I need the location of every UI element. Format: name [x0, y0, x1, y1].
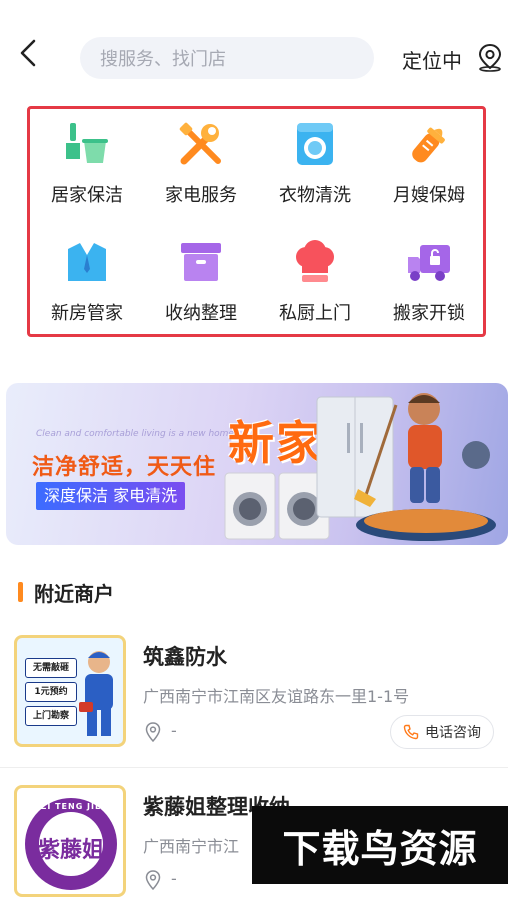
merchant-thumbnail: 紫藤姐 ZI TENG JIE [14, 785, 126, 897]
storage-box-icon [181, 243, 221, 281]
call-button-label: 电话咨询 [425, 725, 481, 741]
merchant-distance: - [171, 869, 177, 888]
thumbnail-tag: 1元预约 [25, 682, 77, 702]
brand-logo-text: 紫藤姐 [37, 837, 104, 863]
promo-banner[interactable]: Clean and comfortable living is a new ho… [6, 383, 508, 545]
category-label: 衣物清洗 [279, 185, 351, 206]
merchant-thumbnail: 无需敲砸 1元预约 上门勘察 [14, 635, 126, 747]
thumbnail-tag: 无需敲砸 [25, 658, 77, 678]
location-pin-icon [145, 722, 161, 742]
location-label[interactable]: 定位中 [402, 45, 462, 74]
search-placeholder: 搜服务、找门店 [100, 49, 226, 70]
merchant-address: 广西南宁市江 [143, 837, 240, 856]
merchant-card[interactable]: 无需敲砸 1元预约 上门勘察 筑鑫防水 广西南宁市江南区友谊路东一里1-1号 -… [0, 625, 508, 765]
tools-icon [179, 122, 221, 165]
thumbnail-tag: 上门勘察 [25, 706, 77, 726]
merchant-distance: - [171, 721, 177, 740]
location-pin-icon[interactable] [476, 42, 504, 72]
category-laundry[interactable]: 衣物清洗 [258, 109, 372, 219]
section-title: 附近商户 [34, 582, 114, 606]
category-nanny[interactable]: 月嫂保姆 [372, 109, 486, 219]
chef-hat-icon [296, 240, 334, 282]
category-grid: 居家保洁 家电服务 衣物清洗 月嫂保姆 新房管家 收纳整理 私厨上门 搬家开锁 [27, 106, 486, 337]
category-label: 新房管家 [51, 303, 123, 324]
merchant-name: 筑鑫防水 [143, 645, 227, 669]
category-label: 月嫂保姆 [393, 185, 465, 206]
divider [0, 767, 508, 768]
merchant-address: 广西南宁市江南区友谊路东一里1-1号 [143, 687, 410, 706]
category-label: 家电服务 [165, 185, 237, 206]
category-label: 居家保洁 [51, 185, 123, 206]
watermark: 下载鸟资源 [252, 806, 508, 884]
banner-big-text: 新家 [228, 416, 324, 470]
category-label: 搬家开锁 [393, 303, 465, 324]
phone-icon [403, 724, 419, 740]
brand-logo-ring-text: ZI TENG JIE [40, 802, 102, 811]
location-pin-icon [145, 870, 161, 890]
category-moving-unlock[interactable]: 搬家开锁 [372, 227, 486, 337]
category-appliance-service[interactable]: 家电服务 [144, 109, 258, 219]
washing-machine-icon [297, 123, 333, 165]
banner-script-text: Clean and comfortable living is a new ho… [36, 429, 234, 439]
section-accent-bar [18, 582, 23, 602]
baby-bottle-icon [412, 127, 445, 163]
category-private-chef[interactable]: 私厨上门 [258, 227, 372, 337]
cleaning-icon [66, 123, 108, 163]
banner-subline: 深度保洁 家电清洗 [36, 482, 186, 510]
back-button[interactable] [14, 38, 44, 68]
worker-illustration [79, 651, 113, 736]
category-label: 收纳整理 [165, 303, 237, 324]
category-label: 私厨上门 [279, 303, 351, 324]
category-new-house[interactable]: 新房管家 [30, 227, 144, 337]
banner-headline: 洁净舒适，天天住 [32, 455, 217, 480]
moving-truck-icon [408, 245, 450, 281]
cleaner-character-illustration [354, 393, 496, 541]
shirt-icon [68, 243, 106, 281]
search-input[interactable]: 搜服务、找门店 [80, 37, 374, 79]
call-button[interactable]: 电话咨询 [390, 715, 494, 749]
category-home-cleaning[interactable]: 居家保洁 [30, 109, 144, 219]
category-storage[interactable]: 收纳整理 [144, 227, 258, 337]
chevron-left-icon [20, 39, 36, 67]
